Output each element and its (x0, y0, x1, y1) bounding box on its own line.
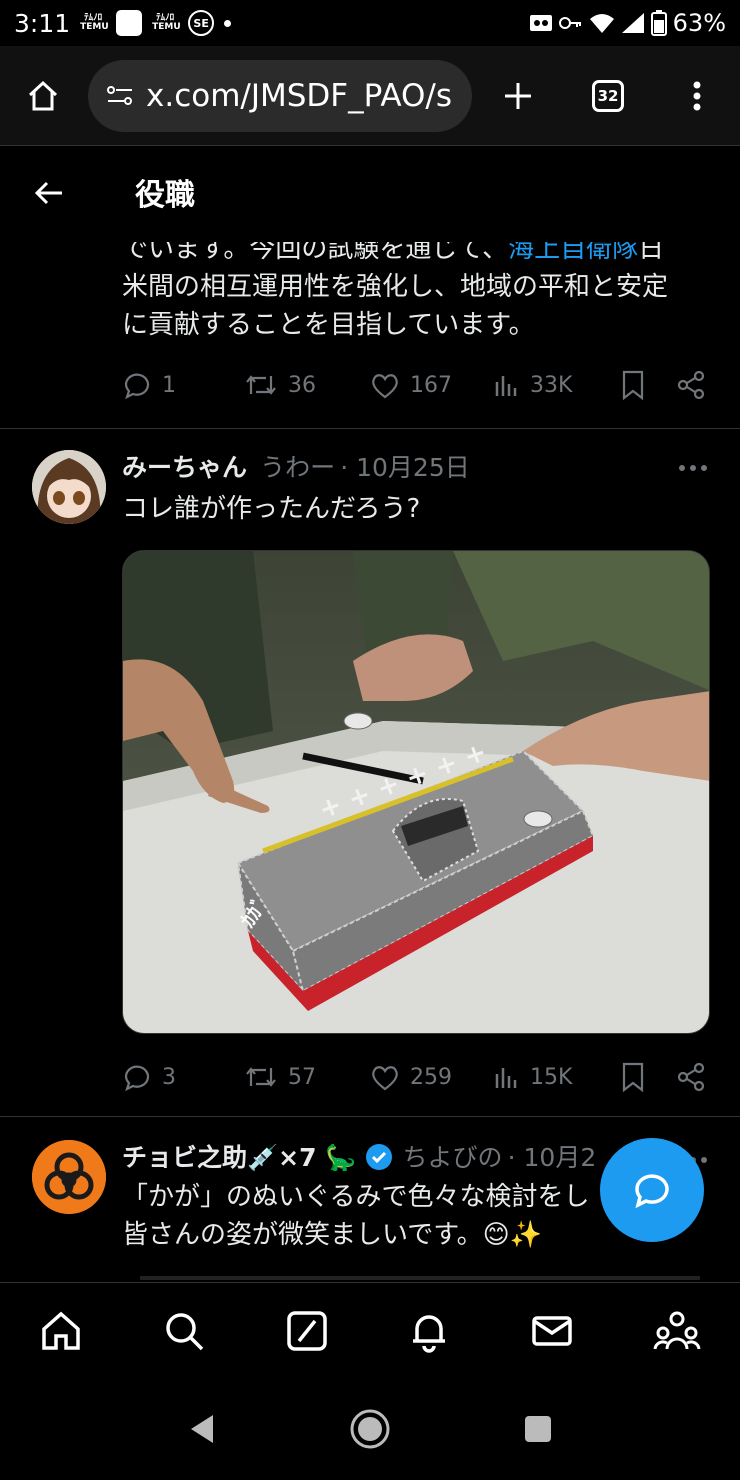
messages-tab-icon[interactable] (530, 1309, 574, 1353)
reply-icon (124, 1065, 150, 1092)
home-icon[interactable] (26, 79, 60, 113)
analytics-icon (495, 376, 517, 396)
back-nav-icon[interactable] (187, 1413, 217, 1445)
status-time: 3:11 (14, 8, 71, 38)
heart-icon (372, 374, 398, 399)
battery-icon (650, 10, 667, 36)
heart-icon (372, 1066, 398, 1091)
author-name[interactable]: チョビ之助💉×7 🦕 (122, 1143, 356, 1172)
temu-notification-icon: ﾃﾑﾉﾛ TEMU (80, 13, 109, 32)
x-header: 役職 (0, 146, 740, 242)
cast-icon (529, 15, 552, 31)
retweet-button[interactable]: 57 (244, 1064, 370, 1090)
reply-button[interactable]: 1 (122, 370, 244, 400)
communities-tab-icon[interactable] (653, 1309, 701, 1353)
share-icon[interactable] (676, 1062, 706, 1092)
tweet-line: 「かが」のぬいぐるみで色々な検討をし (122, 1182, 590, 1212)
anime-avatar-image (32, 450, 106, 524)
tab-switcher-button[interactable]: 32 (592, 79, 624, 112)
page-title: 役職 (135, 178, 195, 213)
avatar[interactable] (32, 1140, 106, 1214)
wifi-icon (589, 14, 614, 33)
app-notification-icon (116, 10, 143, 36)
new-tab-icon[interactable] (502, 80, 534, 112)
tweet-header: チョビ之助💉×7 🦕 ちよびの · 10月2 (122, 1138, 596, 1174)
author-handle[interactable]: うわー (260, 453, 335, 482)
views-button[interactable]: 33K (494, 372, 620, 398)
tweet-actions: 1 36 167 33K (122, 370, 712, 400)
bookmark-icon[interactable] (620, 1062, 646, 1092)
ship-plush-photo: + + + + + + ｶｶﾞ (123, 551, 709, 1033)
tweet-text: コレ誰が作ったんだろう? (122, 494, 421, 524)
recents-nav-icon[interactable] (523, 1414, 553, 1444)
verified-badge-icon (366, 1144, 393, 1170)
battery-level: 63% (672, 9, 726, 37)
key-icon (558, 17, 581, 29)
tweet-divider (0, 1116, 740, 1117)
system-navigation-bar (0, 1378, 740, 1480)
menu-icon[interactable] (692, 80, 702, 112)
grok-tab-icon[interactable] (285, 1309, 329, 1353)
home-tab-icon[interactable] (39, 1309, 83, 1353)
biohazard-avatar-image (32, 1140, 106, 1214)
author-name[interactable]: みーちゃん (122, 453, 247, 482)
bottom-navigation (0, 1282, 740, 1378)
tweet-actions: 3 57 259 15K (122, 1062, 712, 1092)
analytics-icon (495, 1068, 517, 1088)
tweet-header: みーちゃん うわー · 10月25日 (122, 448, 470, 484)
more-notifications-icon (224, 19, 232, 27)
reply-icon (124, 373, 150, 400)
like-button[interactable]: 167 (370, 371, 494, 399)
tweet-text: 「かが」のぬいぐるみで色々な検討をし 皆さんの姿が微笑ましいです。😊✨ (122, 1178, 589, 1254)
tweet-photo[interactable]: + + + + + + ｶｶﾞ (122, 550, 710, 1034)
url-text: x.com/JMSDF_PAO/s (146, 77, 452, 114)
signal-icon (621, 13, 644, 33)
compose-reply-button[interactable] (600, 1138, 704, 1242)
status-bar: 3:11 ﾃﾑﾉﾛ TEMU ﾃﾑﾉﾛ TEMU SE 63% (0, 0, 740, 46)
next-media-preview (140, 1276, 700, 1280)
more-options-icon[interactable] (678, 464, 708, 472)
browser-toolbar: x.com/JMSDF_PAO/s 32 (0, 46, 740, 146)
tweet-line: 米間の相互運用性を強化し、地域の平和と安定 (122, 272, 669, 302)
timeline: でいます。今回の試験を通じて、海上自衛隊日 米間の相互運用性を強化し、地域の平和… (0, 230, 740, 1280)
retweet-icon (246, 1067, 276, 1087)
se-notification-icon: SE (188, 10, 215, 36)
back-arrow-icon[interactable] (34, 180, 64, 206)
tweet-date[interactable]: · 10月25日 (340, 453, 470, 482)
retweet-icon (246, 375, 276, 395)
site-settings-icon[interactable] (106, 85, 134, 107)
tweet-line: 皆さんの姿が微笑ましいです。😊✨ (122, 1220, 543, 1250)
retweet-button[interactable]: 36 (244, 372, 370, 398)
author-handle[interactable]: ちよびの (403, 1143, 503, 1172)
notifications-tab-icon[interactable] (407, 1309, 451, 1353)
tweet-date[interactable]: · 10月2 (508, 1143, 597, 1172)
like-button[interactable]: 259 (370, 1063, 494, 1091)
tweet-text: でいます。今回の試験を通じて、海上自衛隊日 米間の相互運用性を強化し、地域の平和… (122, 230, 668, 344)
home-nav-icon[interactable] (350, 1409, 390, 1449)
search-tab-icon[interactable] (162, 1309, 206, 1353)
chat-bubble-icon (635, 1174, 669, 1209)
bookmark-icon[interactable] (620, 370, 646, 400)
tweet-line: に貢献することを目指しています。 (122, 310, 535, 340)
address-bar[interactable]: x.com/JMSDF_PAO/s (88, 59, 472, 132)
reply-button[interactable]: 3 (122, 1062, 244, 1092)
avatar[interactable] (32, 450, 106, 524)
share-icon[interactable] (676, 370, 706, 400)
tweet-divider (0, 428, 740, 429)
views-button[interactable]: 15K (494, 1064, 620, 1090)
temu-notification-icon-2: ﾃﾑﾉﾛ TEMU (152, 13, 181, 32)
